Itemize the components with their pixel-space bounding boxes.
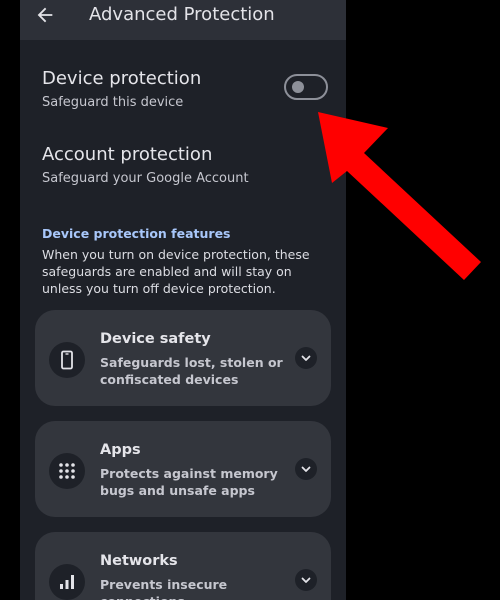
account-protection-subtitle: Safeguard your Google Account — [42, 171, 249, 186]
expand-button[interactable] — [295, 347, 317, 369]
phone-screen: Advanced Protection Device protection Sa… — [20, 0, 346, 600]
toggle-knob — [292, 81, 304, 93]
chevron-down-icon — [301, 466, 311, 472]
card-title: Device safety — [100, 331, 211, 347]
apps-grid-icon — [59, 463, 75, 479]
card-icon-container — [49, 342, 85, 378]
device-safety-card[interactable]: Device safety Safeguards lost, stolen or… — [35, 310, 331, 406]
device-protection-title: Device protection — [42, 68, 202, 89]
expand-button[interactable] — [295, 569, 317, 591]
account-protection-title: Account protection — [42, 144, 213, 165]
card-icon-container — [49, 453, 85, 489]
features-section-description: When you turn on device protection, thes… — [42, 247, 310, 296]
device-protection-subtitle: Safeguard this device — [42, 95, 184, 110]
expand-button[interactable] — [295, 458, 317, 480]
chevron-down-icon — [301, 577, 311, 583]
screenshot-page: Advanced Protection Device protection Sa… — [0, 0, 500, 600]
features-section-header: Device protection features — [42, 226, 231, 241]
signal-bars-icon — [60, 575, 74, 589]
phone-icon — [61, 350, 73, 370]
card-title: Apps — [100, 442, 141, 458]
card-description: Protects against memory bugs and unsafe … — [100, 466, 278, 498]
apps-card[interactable]: Apps Protects against memory bugs and un… — [35, 421, 331, 517]
arrow-back-icon[interactable] — [34, 4, 56, 26]
card-title: Networks — [100, 553, 178, 569]
card-description: Safeguards lost, stolen or confiscated d… — [100, 355, 283, 387]
page-title: Advanced Protection — [89, 4, 275, 25]
networks-card[interactable]: Networks Prevents insecure connections — [35, 532, 331, 600]
card-description: Prevents insecure connections — [100, 577, 228, 600]
device-protection-toggle[interactable] — [284, 74, 328, 100]
top-app-bar: Advanced Protection — [20, 0, 346, 40]
card-icon-container — [49, 564, 85, 600]
chevron-down-icon — [301, 355, 311, 361]
